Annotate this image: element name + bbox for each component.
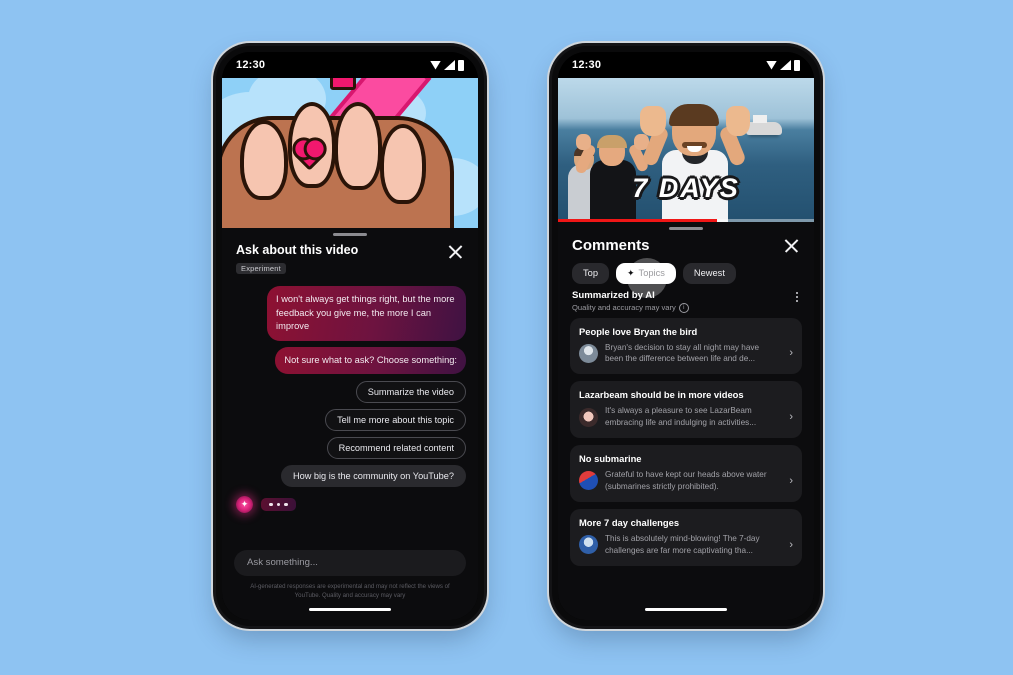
phone-right: 12:30 7 DAYS Comments Top ✦ Topics Newes…: [552, 46, 820, 626]
close-icon[interactable]: [447, 243, 464, 260]
home-indicator-right[interactable]: [558, 600, 814, 620]
sparkle-icon: ✦: [627, 267, 635, 278]
person-left: [573, 120, 650, 222]
suggestion-list: Summarize the video Tell me more about t…: [234, 381, 466, 488]
composer: Ask something...: [222, 544, 478, 576]
info-icon[interactable]: i: [678, 302, 689, 313]
ask-input[interactable]: Ask something...: [234, 549, 466, 576]
phone-left: 12:30 Ask about this video Experiment I …: [216, 46, 484, 626]
summary-subtitle: Quality and accuracy may vary i: [572, 302, 689, 313]
status-bar-left: 12:30: [222, 52, 478, 78]
comments-sheet-header: Comments: [558, 230, 814, 260]
chevron-right-icon: ›: [789, 538, 793, 551]
assistant-message: Not sure what to ask? Choose something:: [275, 346, 466, 375]
avatar: [579, 471, 598, 491]
avatar: [579, 535, 598, 555]
kebab-menu-icon[interactable]: [794, 290, 800, 305]
boat-decoration: [746, 115, 782, 135]
comments-sheet: Comments Top ✦ Topics Newest Summarized …: [558, 222, 814, 620]
screen-right: 12:30 7 DAYS Comments Top ✦ Topics Newes…: [558, 52, 814, 620]
status-time: 12:30: [572, 59, 602, 71]
home-indicator-left[interactable]: [222, 600, 478, 620]
suggestion-recommend-content[interactable]: Recommend related content: [326, 437, 466, 460]
ask-input-placeholder: Ask something...: [247, 557, 318, 569]
summary-header-text: Summarized by AI Quality and accuracy ma…: [572, 290, 689, 313]
status-bar-right: 12:30: [558, 52, 814, 78]
status-time: 12:30: [236, 59, 266, 71]
topic-title: No submarine: [579, 453, 642, 465]
filter-topics-label: Topics: [638, 268, 665, 278]
screenshot-stage: 12:30 Ask about this video Experiment I …: [0, 0, 1013, 675]
topic-snippet: It's always a pleasure to see LazarBeam …: [605, 406, 757, 428]
chevron-right-icon: ›: [789, 347, 793, 360]
filter-newest[interactable]: Newest: [682, 262, 736, 284]
video-title-overlay: 7 DAYS: [632, 173, 740, 203]
summary-subtitle-text: Quality and accuracy may vary: [572, 303, 676, 312]
avatar: [579, 343, 598, 363]
chat-thread: I won't always get things right, but the…: [222, 280, 478, 543]
avatar: [579, 407, 598, 427]
page-title: Ask about this video: [236, 243, 359, 257]
suggestion-community-size[interactable]: How big is the community on YouTube?: [280, 465, 466, 488]
video-thumbnail-ocean: 7 DAYS: [558, 78, 814, 222]
typing-indicator: [261, 497, 296, 512]
filter-topics[interactable]: ✦ Topics: [616, 262, 676, 284]
comment-filter-bar: Top ✦ Topics Newest: [558, 257, 814, 298]
status-badge: Experiment: [236, 263, 286, 275]
topic-list: People love Bryan the bird Bryan's decis…: [558, 317, 814, 601]
summary-title: Summarized by AI: [572, 289, 655, 301]
chevron-right-icon: ›: [789, 474, 793, 487]
ask-sheet-title-block: Ask about this video Experiment: [236, 242, 358, 276]
battery-icon: [794, 59, 800, 71]
page-title: Comments: [572, 237, 650, 254]
signal-icon: [780, 60, 791, 70]
topic-snippet: This is absolutely mind-blowing! The 7-d…: [605, 533, 760, 555]
ai-disclaimer: AI-generated responses are experimental …: [250, 582, 450, 599]
assistant-message: I won't always get things right, but the…: [267, 286, 466, 341]
close-icon[interactable]: [783, 237, 800, 254]
ask-sheet: Ask about this video Experiment I won't …: [222, 228, 478, 620]
ask-sheet-header: Ask about this video Experiment: [222, 236, 478, 280]
status-icons: [430, 59, 464, 71]
typing-indicator-row: ✦: [234, 493, 466, 514]
signal-icon: [444, 60, 455, 70]
suggestion-more-about-topic[interactable]: Tell me more about this topic: [325, 409, 466, 432]
topic-title: People love Bryan the bird: [579, 325, 698, 337]
topic-title: More 7 day challenges: [579, 516, 680, 528]
status-icons: [766, 59, 800, 71]
wifi-icon: [766, 60, 777, 70]
topic-snippet: Bryan's decision to stay all night may h…: [605, 342, 760, 364]
screen-left: 12:30 Ask about this video Experiment I …: [222, 52, 478, 620]
video-player-right[interactable]: 7 DAYS: [558, 78, 814, 222]
video-thumbnail-nails: [222, 78, 478, 228]
list-item[interactable]: No submarine Grateful to have kept our h…: [570, 445, 802, 502]
list-item[interactable]: People love Bryan the bird Bryan's decis…: [570, 317, 802, 375]
suggestion-summarize[interactable]: Summarize the video: [355, 381, 466, 404]
chevron-right-icon: ›: [789, 411, 793, 424]
wifi-icon: [430, 60, 441, 70]
topic-title: Lazarbeam should be in more videos: [579, 389, 744, 401]
video-player-left[interactable]: [222, 78, 478, 228]
topic-snippet: Grateful to have kept our heads above wa…: [605, 470, 767, 491]
filter-top[interactable]: Top: [572, 262, 609, 284]
ai-sparkle-icon: ✦: [236, 496, 253, 514]
list-item[interactable]: More 7 day challenges This is absolutely…: [570, 508, 802, 566]
battery-icon: [458, 59, 464, 71]
list-item[interactable]: Lazarbeam should be in more videos It's …: [570, 381, 802, 439]
summary-header: Summarized by AI Quality and accuracy ma…: [558, 290, 814, 318]
